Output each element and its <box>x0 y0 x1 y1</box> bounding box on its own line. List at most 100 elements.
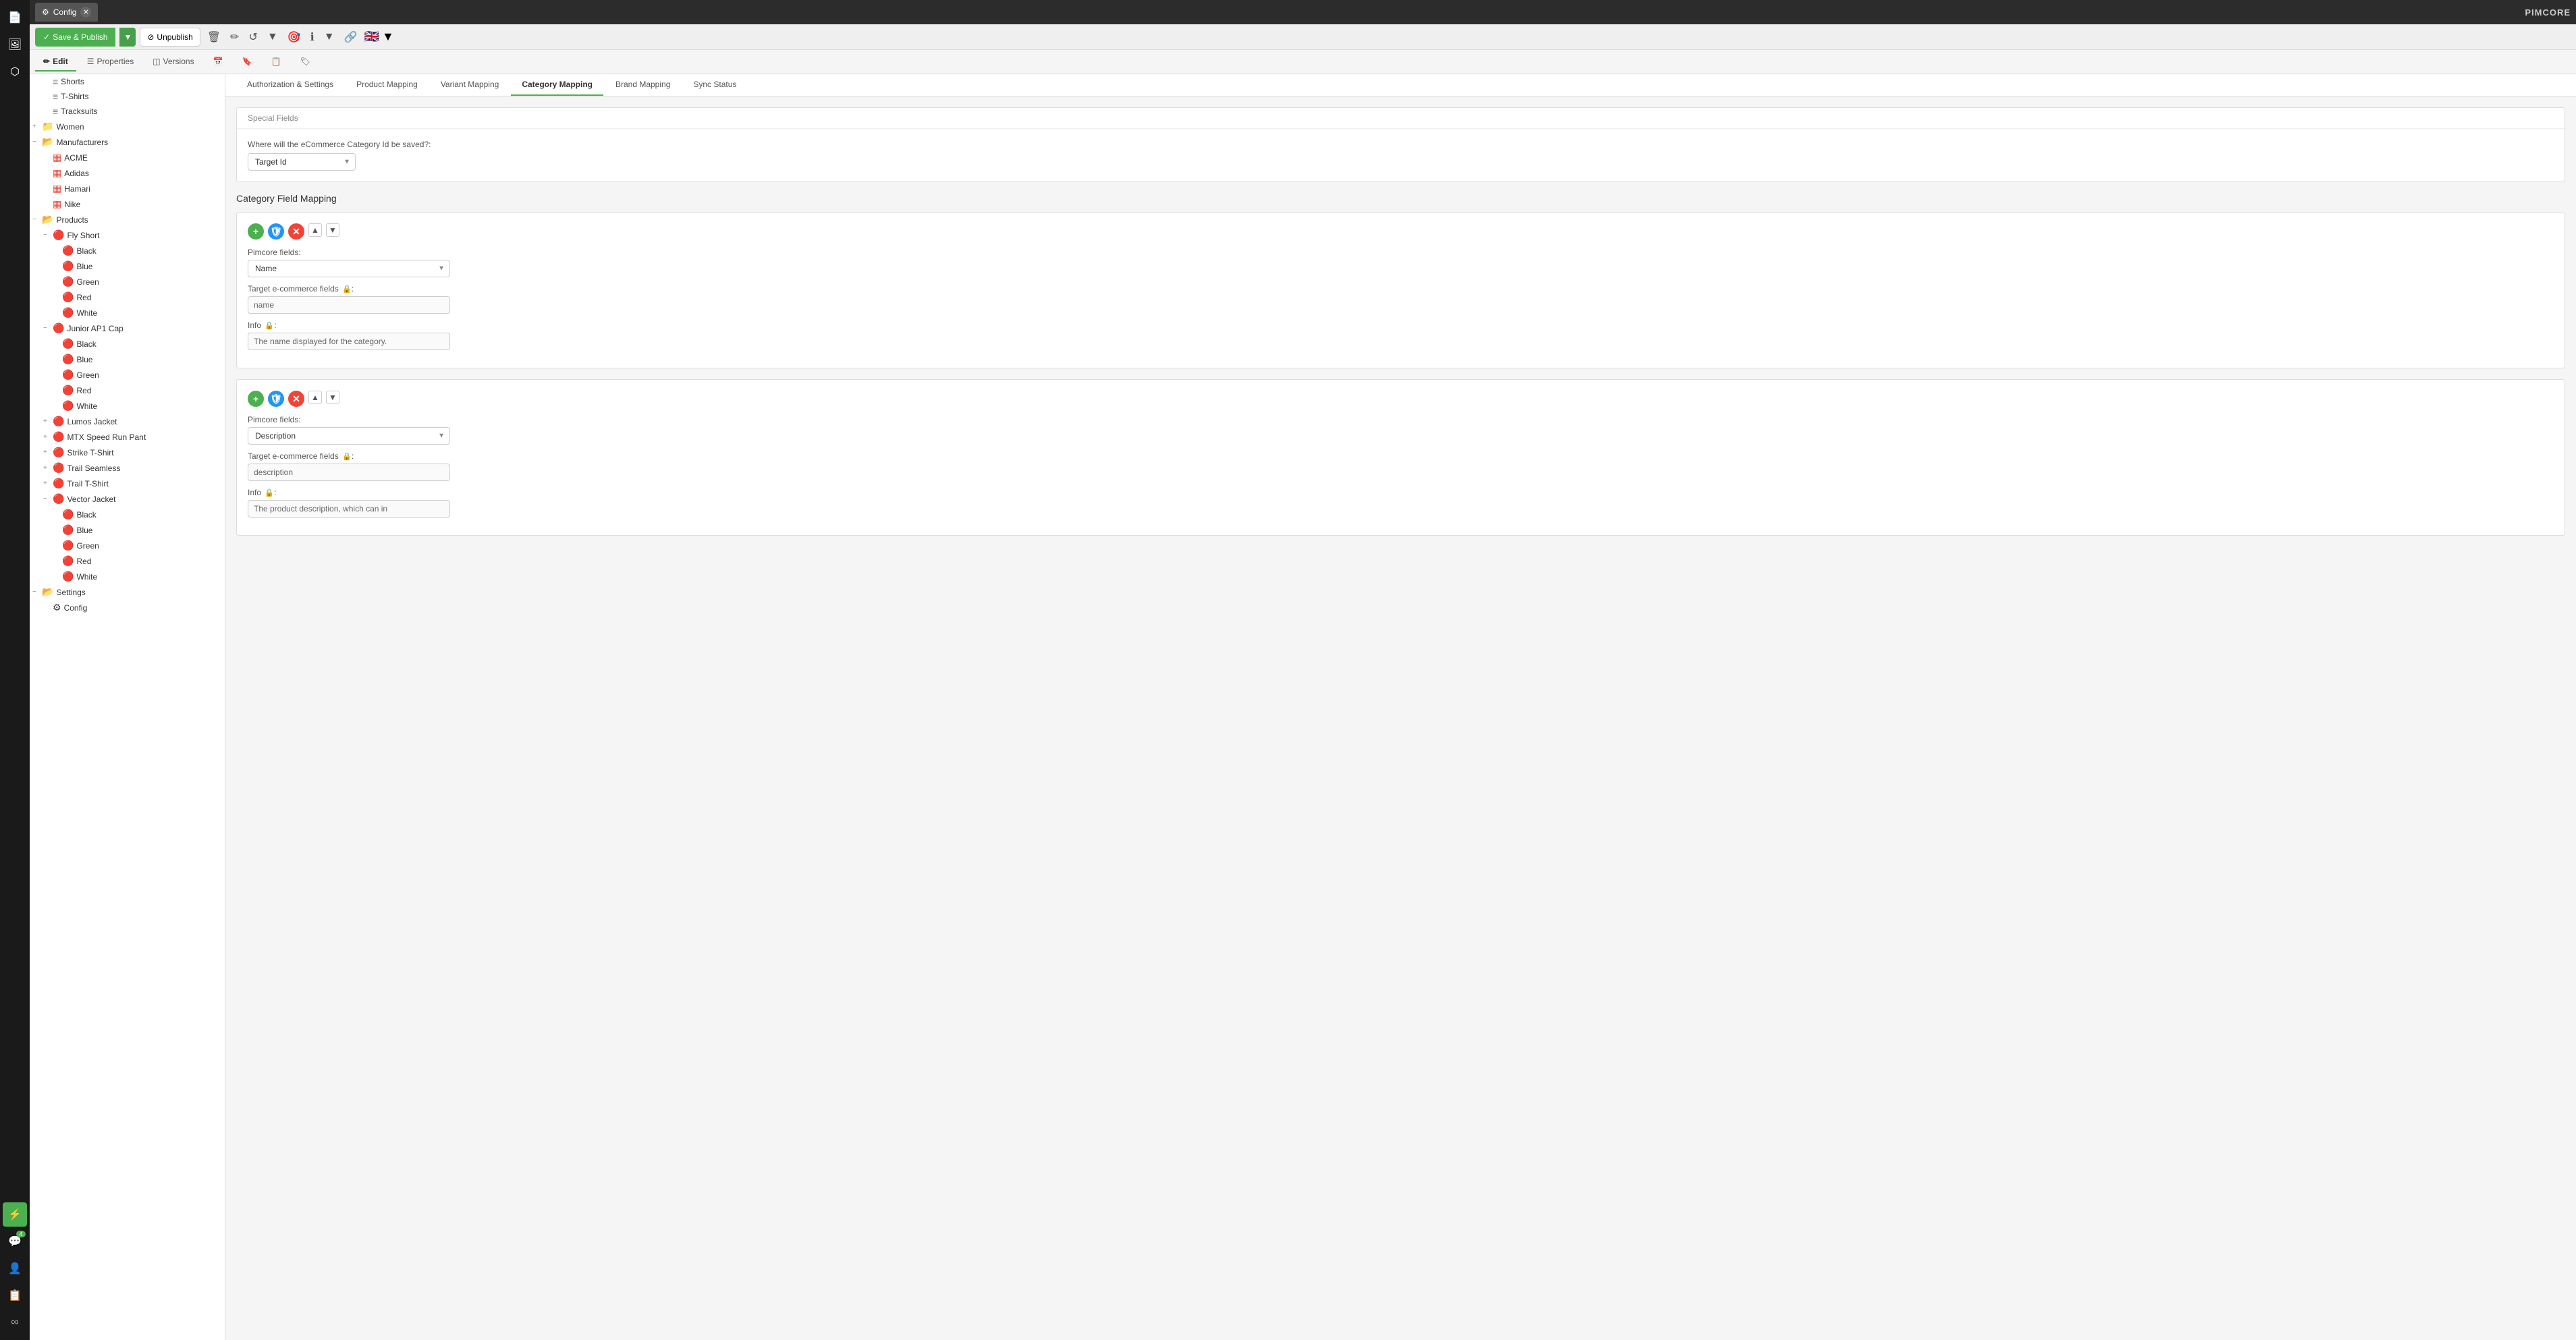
object-icon: 🔴 <box>62 555 74 567</box>
delete-button[interactable]: 🗑 <box>204 28 223 47</box>
object-icon: 🔴 <box>62 245 74 256</box>
target-id-select[interactable]: Target Id External Id Custom Field <box>248 153 356 171</box>
info-input-1[interactable] <box>248 333 450 350</box>
tree-item-vector-white[interactable]: 🔴 White <box>30 569 225 584</box>
tree-item-nike[interactable]: ▦ Nike <box>30 196 225 212</box>
tree-item-hamari[interactable]: ▦ Hamari <box>30 181 225 196</box>
info-button[interactable]: ℹ <box>308 28 317 47</box>
tree-item-fly-short-green[interactable]: 🔴 Green <box>30 274 225 289</box>
tree-item-config[interactable]: ⚙ Config <box>30 600 225 615</box>
refresh-dropdown[interactable]: ▼ <box>265 28 281 46</box>
config-tab-close[interactable]: ✕ <box>80 7 91 18</box>
move-down-btn-2[interactable]: ▼ <box>326 391 339 404</box>
tab-properties[interactable]: ☰ Properties <box>79 53 142 72</box>
target-button[interactable]: 🎯 <box>285 28 304 47</box>
sidebar-icon-chat[interactable]: 💬 4 <box>3 1229 27 1254</box>
tree-item-strike-tshirt[interactable]: + 🔴 Strike T-Shirt <box>30 445 225 460</box>
tab-clipboard[interactable]: 📋 <box>263 53 289 72</box>
tree-item-acme[interactable]: ▦ ACME <box>30 150 225 165</box>
target-field-input-1[interactable] <box>248 296 450 314</box>
add-mapping-btn-1[interactable]: + <box>248 223 264 240</box>
pimcore-field-select-1[interactable]: Name Description Id Key Path <box>248 260 450 277</box>
pimcore-field-select-2[interactable]: Name Description Id Key Path <box>248 427 450 445</box>
share-button[interactable]: 🔗 <box>341 28 360 47</box>
language-button[interactable]: 🇬🇧 ▼ <box>364 30 394 44</box>
tree-item-manufacturers[interactable]: − 📂 Manufacturers <box>30 134 225 150</box>
move-up-btn-1[interactable]: ▲ <box>308 223 322 237</box>
sidebar-icon-plugin[interactable]: ⚡ <box>3 1202 27 1227</box>
tree-item-junior-blue[interactable]: 🔴 Blue <box>30 352 225 367</box>
target-field-label-2: Target e-commerce fields 🔒: <box>248 451 2554 461</box>
tree-label: Black <box>76 339 96 349</box>
tree-item-settings[interactable]: − 📂 Settings <box>30 584 225 600</box>
tree-item-tracksuits[interactable]: ≡ Tracksuits <box>30 104 225 119</box>
target-field-input-2[interactable] <box>248 464 450 481</box>
tab-versions[interactable]: ◫ Versions <box>144 53 202 72</box>
shield-btn-2[interactable]: 🛡 <box>268 391 284 407</box>
tree-label: Shorts <box>61 77 84 86</box>
sidebar-icon-infinity[interactable]: ∞ <box>3 1310 27 1335</box>
tree-item-trail-seamless[interactable]: + 🔴 Trail Seamless <box>30 460 225 476</box>
tree-item-fly-short[interactable]: − 🔴 Fly Short <box>30 227 225 243</box>
move-up-btn-2[interactable]: ▲ <box>308 391 322 404</box>
sidebar-icon-documents[interactable]: 📄 <box>3 5 27 30</box>
shield-btn-1[interactable]: 🛡 <box>268 223 284 240</box>
refresh-button[interactable]: ↺ <box>246 28 261 47</box>
sidebar-icon-assets[interactable]: 🖼 <box>3 32 27 57</box>
tree-item-vector-green[interactable]: 🔴 Green <box>30 538 225 553</box>
sidebar-icon-user[interactable]: 👤 <box>3 1256 27 1281</box>
tree-item-adidas[interactable]: ▦ Adidas <box>30 165 225 181</box>
tree-item-mtx[interactable]: + 🔴 MTX Speed Run Pant <box>30 429 225 445</box>
tree-item-junior-white[interactable]: 🔴 White <box>30 398 225 414</box>
pimcore-field-group-1: Pimcore fields: Name Description Id Key … <box>248 248 2554 277</box>
tab-edit[interactable]: ✏ Edit <box>35 53 76 72</box>
tab-schedule[interactable]: 📅 <box>205 53 231 72</box>
tab-product[interactable]: Product Mapping <box>346 74 429 96</box>
tab-tag[interactable]: 🏷 <box>292 53 318 72</box>
tab-bookmark[interactable]: 🔖 <box>234 53 261 72</box>
tree-item-trail-tshirt[interactable]: + 🔴 Trail T-Shirt <box>30 476 225 491</box>
special-fields-legend: Special Fields <box>237 108 2565 129</box>
remove-mapping-btn-2[interactable]: ✕ <box>288 391 304 407</box>
tree-item-fly-short-blue[interactable]: 🔴 Blue <box>30 258 225 274</box>
tree-item-shorts[interactable]: ≡ Shorts <box>30 74 225 89</box>
tree-item-lumos-jacket[interactable]: + 🔴 Lumos Jacket <box>30 414 225 429</box>
tree-item-fly-short-red[interactable]: 🔴 Red <box>30 289 225 305</box>
tab-variant[interactable]: Variant Mapping <box>430 74 510 96</box>
object-icon: 🔴 <box>53 478 64 489</box>
unpublish-button[interactable]: ⊘ Unpublish <box>140 28 200 47</box>
tree-item-tshirts[interactable]: ≡ T-Shirts <box>30 89 225 104</box>
tree-item-vector-jacket[interactable]: − 🔴 Vector Jacket <box>30 491 225 507</box>
info-label-2: Info 🔒: <box>248 488 2554 497</box>
edit-icon-button[interactable]: ✏ <box>227 28 242 47</box>
tree-item-products[interactable]: − 📂 Products <box>30 212 225 227</box>
tree-item-junior-red[interactable]: 🔴 Red <box>30 383 225 398</box>
tab-sync[interactable]: Sync Status <box>682 74 747 96</box>
sidebar-icon-data-objects[interactable]: ⬡ <box>3 59 27 84</box>
info-input-2[interactable] <box>248 500 450 518</box>
sidebar-icon-notifications[interactable]: 📋 <box>3 1283 27 1308</box>
remove-mapping-btn-1[interactable]: ✕ <box>288 223 304 240</box>
save-publish-dropdown[interactable]: ▼ <box>119 28 136 47</box>
tree-item-junior-green[interactable]: 🔴 Green <box>30 367 225 383</box>
tree-item-fly-short-black[interactable]: 🔴 Black <box>30 243 225 258</box>
config-tab[interactable]: ⚙ Config ✕ <box>35 3 98 22</box>
tree-item-vector-black[interactable]: 🔴 Black <box>30 507 225 522</box>
tree-item-women[interactable]: + 📁 Women <box>30 119 225 134</box>
object-icon: 🔴 <box>53 229 64 241</box>
save-publish-button[interactable]: ✓ Save & Publish <box>35 28 115 47</box>
info-dropdown[interactable]: ▼ <box>321 28 337 46</box>
tab-category[interactable]: Category Mapping <box>511 74 603 96</box>
move-down-btn-1[interactable]: ▼ <box>326 223 339 237</box>
tree-label: Green <box>76 277 99 287</box>
tree-item-vector-red[interactable]: 🔴 Red <box>30 553 225 569</box>
tree-item-junior-black[interactable]: 🔴 Black <box>30 336 225 352</box>
tree-item-vector-blue[interactable]: 🔴 Blue <box>30 522 225 538</box>
tab-auth[interactable]: Authorization & Settings <box>236 74 344 96</box>
tree-item-fly-short-white[interactable]: 🔴 White <box>30 305 225 320</box>
pimcore-logo: PIMCORE <box>2525 7 2571 18</box>
add-mapping-btn-2[interactable]: + <box>248 391 264 407</box>
tree-label: Settings <box>56 588 85 597</box>
tab-brand[interactable]: Brand Mapping <box>605 74 681 96</box>
tree-item-junior-ap1[interactable]: − 🔴 Junior AP1 Cap <box>30 320 225 336</box>
